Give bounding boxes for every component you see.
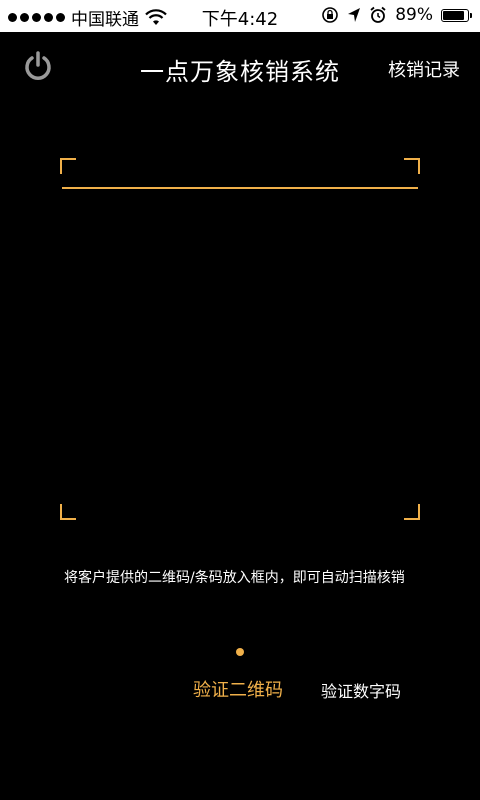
frame-corner-top-right — [404, 158, 420, 174]
scan-frame — [60, 158, 420, 520]
scan-line — [62, 187, 418, 189]
verify-qr-tab[interactable]: 验证二维码 — [193, 676, 283, 702]
battery-icon — [441, 8, 472, 22]
location-arrow-icon — [348, 8, 361, 22]
rotation-lock-icon — [322, 7, 339, 23]
frame-corner-top-left — [60, 158, 76, 174]
app-header: 一点万象核销系统 核销记录 — [0, 32, 480, 100]
status-right: 89% — [321, 5, 472, 25]
frame-corner-bottom-left — [60, 504, 76, 520]
battery-percent: 89% — [395, 5, 433, 25]
verify-numeric-tab[interactable]: 验证数字码 — [321, 678, 401, 702]
alarm-icon — [370, 6, 386, 23]
records-button[interactable]: 核销记录 — [388, 56, 460, 82]
active-mode-indicator — [236, 648, 244, 656]
status-bar: 中国联通 下午4:42 89% — [0, 0, 480, 32]
scan-hint: 将客户提供的二维码/条码放入框内，即可自动扫描核销 — [64, 570, 405, 586]
frame-corner-bottom-right — [404, 504, 420, 520]
